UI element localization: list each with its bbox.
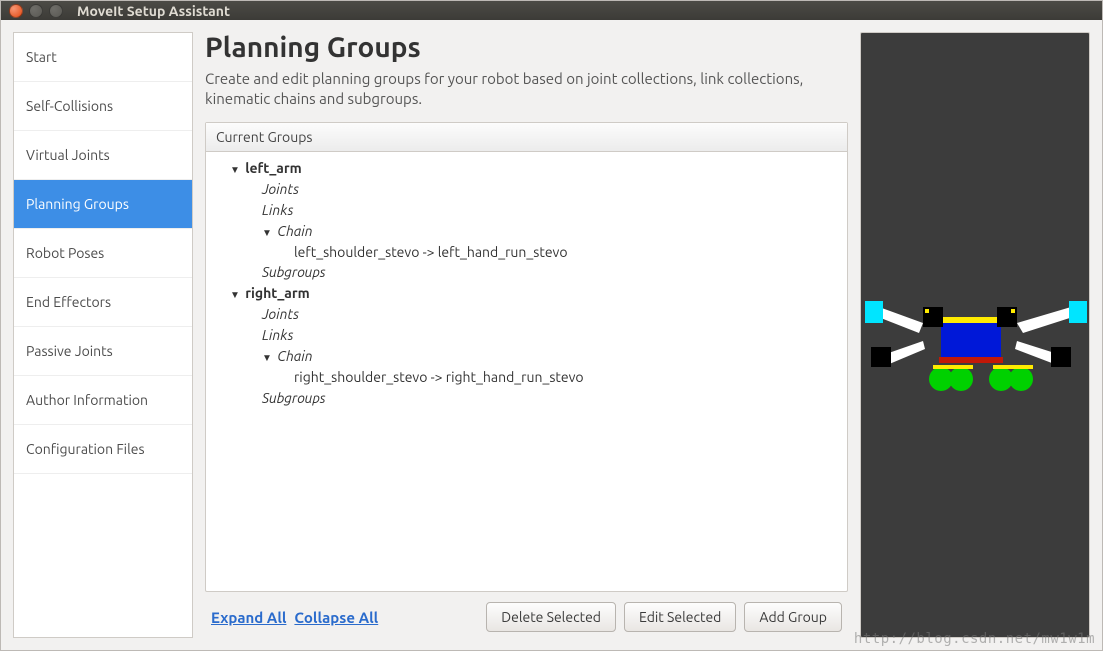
chevron-down-icon[interactable]: ▼ [262,351,274,365]
sidebar-item-robot-poses[interactable]: Robot Poses [14,229,192,278]
collapse-all-link[interactable]: Collapse All [294,609,378,626]
main-panel: Planning Groups Create and edit planning… [205,32,848,638]
chevron-down-icon[interactable]: ▼ [230,163,242,177]
tree-node[interactable]: Links [214,325,839,346]
tree-node-label: Subgroups [262,264,326,280]
sidebar-item-configuration-files[interactable]: Configuration Files [14,425,192,474]
tree-node-label: Subgroups [262,390,326,406]
robot-render [861,33,1090,633]
sidebar-item-planning-groups[interactable]: Planning Groups [14,180,192,229]
tree-node-label: left_shoulder_stevo -> left_hand_run_ste… [294,244,568,260]
minimize-icon[interactable] [29,4,43,18]
chevron-down-icon[interactable]: ▼ [230,288,242,302]
edit-selected-button[interactable]: Edit Selected [624,602,736,632]
titlebar: MoveIt Setup Assistant [1,1,1102,20]
sidebar-item-end-effectors[interactable]: End Effectors [14,278,192,327]
tree-node[interactable]: ▼ Chain [214,346,839,367]
tree-node[interactable]: Subgroups [214,262,839,283]
sidebar-item-start[interactable]: Start [14,33,192,82]
sidebar-item-self-collisions[interactable]: Self-Collisions [14,82,192,131]
tree-node[interactable]: ▼ Chain [214,221,839,242]
tree-node[interactable]: Links [214,200,839,221]
close-icon[interactable] [9,4,23,18]
bottom-bar: Expand All Collapse All Delete Selected … [205,592,848,638]
tree-node-label: Links [262,327,293,343]
chevron-down-icon[interactable]: ▼ [262,226,274,240]
tree-node-label: Joints [262,181,299,197]
tree-node[interactable]: right_shoulder_stevo -> right_hand_run_s… [214,367,839,388]
window-controls [9,4,63,18]
tree-node-label: Chain [277,223,312,239]
sidebar: Start Self-Collisions Virtual Joints Pla… [13,32,193,638]
groups-tree[interactable]: ▼ left_arm Joints Links ▼ Chain left_shoulde… [206,152,847,591]
page-description: Create and edit planning groups for your… [205,69,848,108]
expand-all-link[interactable]: Expand All [211,609,286,626]
tree-node[interactable]: ▼ right_arm [214,283,839,304]
tree-node[interactable]: Joints [214,179,839,200]
robot-visualization[interactable] [860,32,1090,638]
page-title: Planning Groups [205,32,848,63]
tree-node-label: left_arm [245,160,302,176]
maximize-icon[interactable] [49,4,63,18]
tree-node-label: Joints [262,306,299,322]
groups-panel-header: Current Groups [206,123,847,152]
delete-selected-button[interactable]: Delete Selected [486,602,616,632]
tree-node-label: Links [262,202,293,218]
content-area: Start Self-Collisions Virtual Joints Pla… [1,20,1102,650]
tree-node-label: Chain [277,348,312,364]
tree-node[interactable]: ▼ left_arm [214,158,839,179]
tree-node-label: right_arm [245,285,310,301]
sidebar-item-passive-joints[interactable]: Passive Joints [14,327,192,376]
app-window: MoveIt Setup Assistant Start Self-Collis… [0,0,1103,651]
window-title: MoveIt Setup Assistant [77,3,230,19]
tree-node[interactable]: Joints [214,304,839,325]
add-group-button[interactable]: Add Group [744,602,842,632]
groups-panel: Current Groups ▼ left_arm Joints Links ▼ Ch… [205,122,848,592]
tree-node-label: right_shoulder_stevo -> right_hand_run_s… [294,369,584,385]
sidebar-item-author-information[interactable]: Author Information [14,376,192,425]
tree-node[interactable]: left_shoulder_stevo -> left_hand_run_ste… [214,242,839,263]
sidebar-item-virtual-joints[interactable]: Virtual Joints [14,131,192,180]
tree-node[interactable]: Subgroups [214,388,839,409]
